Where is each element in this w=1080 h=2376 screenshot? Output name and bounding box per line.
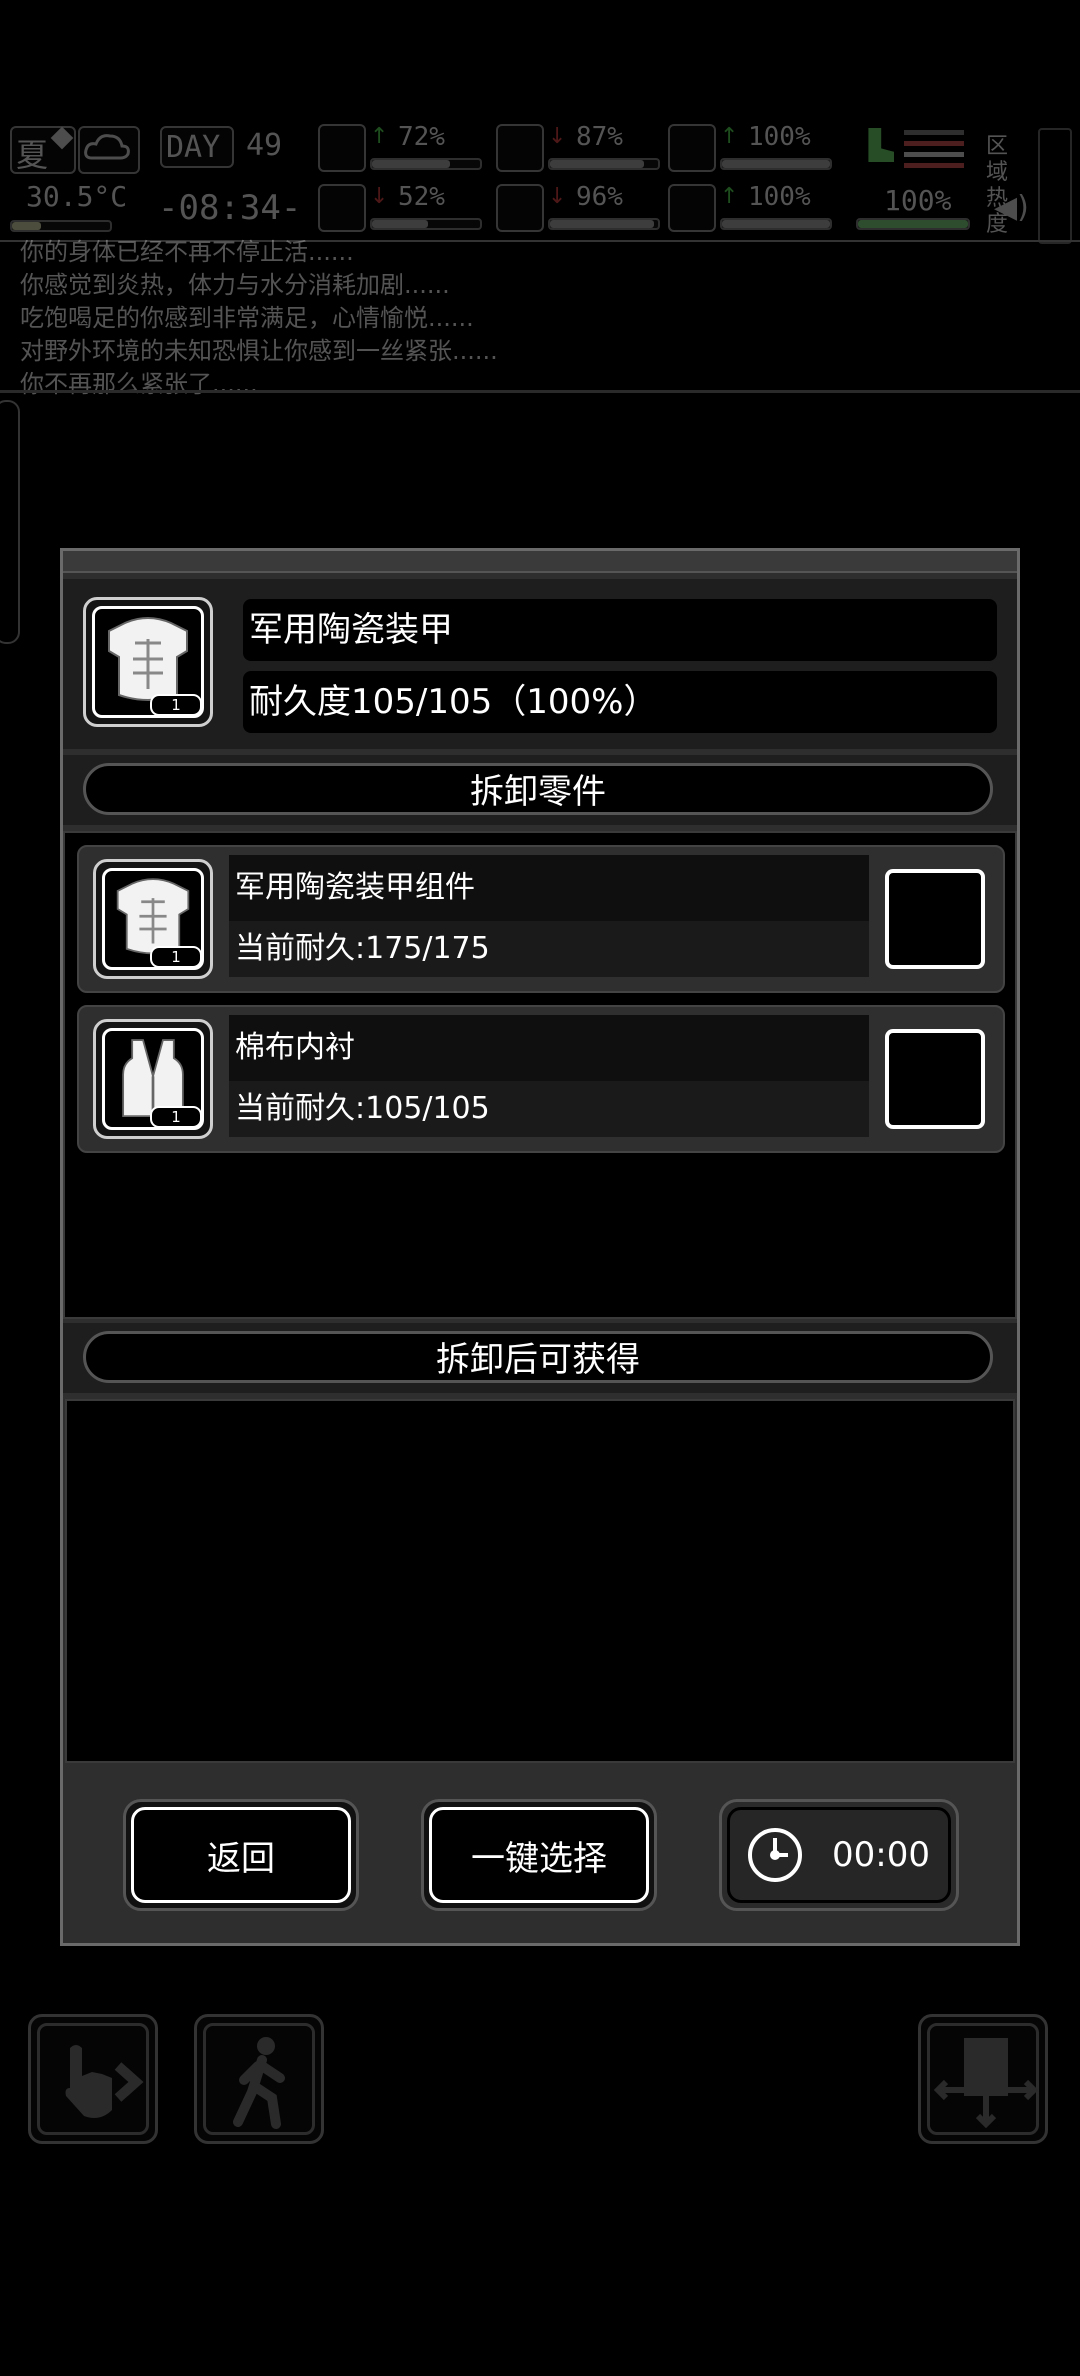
dismantle-panel: 1 军用陶瓷装甲 耐久度105/105（100%） 拆卸零件 1 军用陶瓷装甲组件… <box>60 548 1020 1946</box>
trend-up-icon: ↑ <box>720 184 739 209</box>
timer-value: 00:00 <box>832 1835 930 1875</box>
panel-top-strip <box>63 551 1017 573</box>
part-select-checkbox[interactable] <box>885 869 985 969</box>
log-line: 吃饱喝足的你感到非常满足，心情愉悦...... <box>20 304 474 332</box>
flag-icon <box>904 130 964 168</box>
part-count-badge: 1 <box>150 1106 202 1128</box>
day-label: DAY <box>166 130 221 165</box>
sun-icon <box>50 126 74 150</box>
part-name: 棉布内衬 <box>229 1015 869 1081</box>
trend-up-icon: ↑ <box>720 124 739 149</box>
battery-icon <box>668 124 716 172</box>
game-time: -08:34- <box>158 188 302 228</box>
day-number: 49 <box>246 128 283 163</box>
part-name: 军用陶瓷装甲组件 <box>229 855 869 921</box>
parts-header-bar: 拆卸零件 <box>63 755 1017 825</box>
left-edge-handle <box>0 400 20 644</box>
part-durability: 当前耐久:105/105 <box>229 1081 869 1137</box>
trend-down-icon: ↓ <box>548 124 567 149</box>
side-scroll[interactable] <box>1038 128 1072 244</box>
season-label: 夏 <box>16 136 49 174</box>
select-all-button-label: 一键选择 <box>429 1807 649 1903</box>
obtain-list[interactable] <box>65 1399 1015 1763</box>
trend-down-icon: ↓ <box>548 184 567 209</box>
walk-action-button[interactable] <box>194 2014 324 2144</box>
hud-stat-mood: ↑ 100% <box>668 178 838 234</box>
trend-down-icon: ↓ <box>370 184 389 209</box>
hud-stat-thirst: ↓ 96% <box>496 178 666 234</box>
select-all-button[interactable]: 一键选择 <box>421 1799 657 1911</box>
stat-value: 100% <box>748 182 811 212</box>
dismantle-timer-button[interactable]: 00:00 <box>719 1799 959 1911</box>
parts-header: 拆卸零件 <box>83 763 993 815</box>
obtain-header-bar: 拆卸后可获得 <box>63 1323 1017 1393</box>
item-icon-slot: 1 <box>83 597 213 727</box>
hand-point-icon <box>65 2045 144 2118</box>
log-line: 你感觉到炎热，体力与水分消耗加剧...... <box>20 271 450 299</box>
stat-bar <box>720 218 832 230</box>
item-durability: 耐久度105/105（100%） <box>243 671 997 733</box>
stat-value: 72% <box>398 122 445 152</box>
storage-action-button[interactable] <box>918 2014 1048 2144</box>
part-row[interactable]: 1 棉布内衬 当前耐久:105/105 <box>77 1005 1005 1153</box>
hud-stat-sanity: ↓ 52% <box>318 178 488 234</box>
medkit-icon <box>318 124 366 172</box>
temperature-bar <box>10 220 112 232</box>
brain-icon <box>318 184 366 232</box>
cabinet-icon <box>933 2038 1039 2129</box>
walking-person-icon <box>233 2037 285 2129</box>
hud-stat-health: ↑ 72% <box>318 118 488 174</box>
weather-box <box>78 126 140 174</box>
item-name: 军用陶瓷装甲 <box>243 599 997 661</box>
season-box: 夏 <box>10 126 76 174</box>
part-select-checkbox[interactable] <box>885 1029 985 1129</box>
item-header: 1 军用陶瓷装甲 耐久度105/105（100%） <box>63 579 1017 749</box>
stat-bar <box>370 218 482 230</box>
stat-bar <box>548 158 660 170</box>
parts-list[interactable]: 1 军用陶瓷装甲组件 当前耐久:175/175 1 棉布内衬 当前耐久:105/105 <box>63 831 1017 1319</box>
stat-value: 96% <box>576 182 623 212</box>
temperature: 30.5°C <box>26 180 128 213</box>
part-row[interactable]: 1 军用陶瓷装甲组件 当前耐久:175/175 <box>77 845 1005 993</box>
stat-bar <box>548 218 660 230</box>
stomach-icon <box>496 124 544 172</box>
log-divider <box>0 390 1080 393</box>
stat-bar <box>370 158 482 170</box>
part-icon-slot: 1 <box>93 1019 213 1139</box>
cloud-icon <box>84 134 130 160</box>
part-count-badge: 1 <box>150 946 202 968</box>
part-durability: 当前耐久:175/175 <box>229 921 869 977</box>
boot-icon <box>868 128 894 162</box>
status-hud: 夏 DAY 49 30.5°C -08:34- ↑ 72% ↓ 87% ↑ 100% ↓ 52… <box>0 118 1080 244</box>
item-count-badge: 1 <box>150 694 202 716</box>
obtain-header: 拆卸后可获得 <box>83 1331 993 1383</box>
extra-value: 100% <box>884 184 952 217</box>
stat-bar <box>720 158 832 170</box>
water-drop-icon <box>496 184 544 232</box>
event-log: 你的身体已经不再不停止活...... 你感觉到炎热，体力与水分消耗加剧......… <box>20 236 1060 401</box>
log-line: 对野外环境的未知恐惧让你感到一丝紧张...... <box>20 337 498 365</box>
back-button-label: 返回 <box>131 1807 351 1903</box>
speaker-icon[interactable]: ◀) <box>994 190 1029 225</box>
stat-value: 52% <box>398 182 445 212</box>
hud-stat-stamina: ↑ 100% <box>668 118 838 174</box>
back-button[interactable]: 返回 <box>123 1799 359 1911</box>
log-line: 你不再那么紧张了...... <box>20 370 258 398</box>
stat-value: 100% <box>748 122 811 152</box>
part-icon-slot: 1 <box>93 859 213 979</box>
stat-value: 87% <box>576 122 623 152</box>
day-box: DAY <box>160 126 234 168</box>
hud-stat-hunger: ↓ 87% <box>496 118 666 174</box>
timer-face: 00:00 <box>727 1807 951 1903</box>
heart-icon <box>668 184 716 232</box>
extra-bar <box>856 218 970 230</box>
clock-icon <box>748 1828 802 1882</box>
interact-action-button[interactable] <box>28 2014 158 2144</box>
trend-up-icon: ↑ <box>370 124 389 149</box>
log-line: 你的身体已经不再不停止活...... <box>20 238 354 266</box>
